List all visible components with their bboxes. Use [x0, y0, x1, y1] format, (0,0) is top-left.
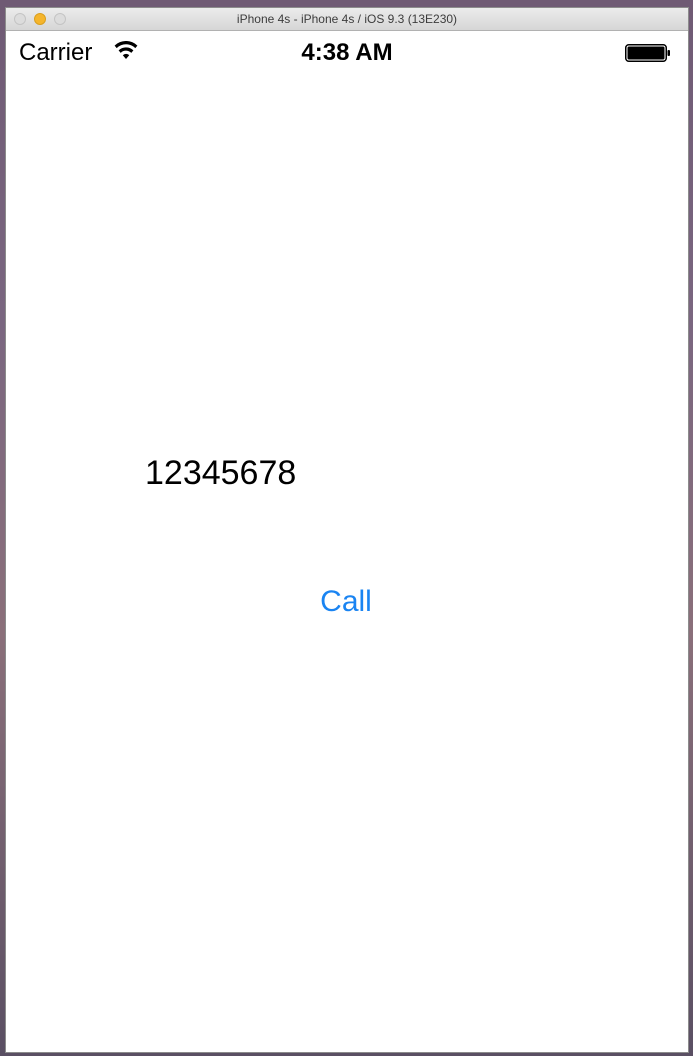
phone-number-label: 12345678	[145, 454, 297, 492]
simulator-window: iPhone 4s - iPhone 4s / iOS 9.3 (13E230)…	[5, 7, 689, 1053]
window-title: iPhone 4s - iPhone 4s / iOS 9.3 (13E230)	[236, 12, 458, 26]
battery-icon	[625, 44, 670, 62]
title-bar: iPhone 4s - iPhone 4s / iOS 9.3 (13E230)	[6, 8, 688, 31]
device-screen: Carrier 4:38 AM 12345678 Call	[6, 31, 688, 1052]
status-time: 4:38 AM	[301, 39, 393, 66]
call-button[interactable]: Call	[306, 581, 386, 623]
status-bar: Carrier 4:38 AM	[6, 31, 688, 71]
